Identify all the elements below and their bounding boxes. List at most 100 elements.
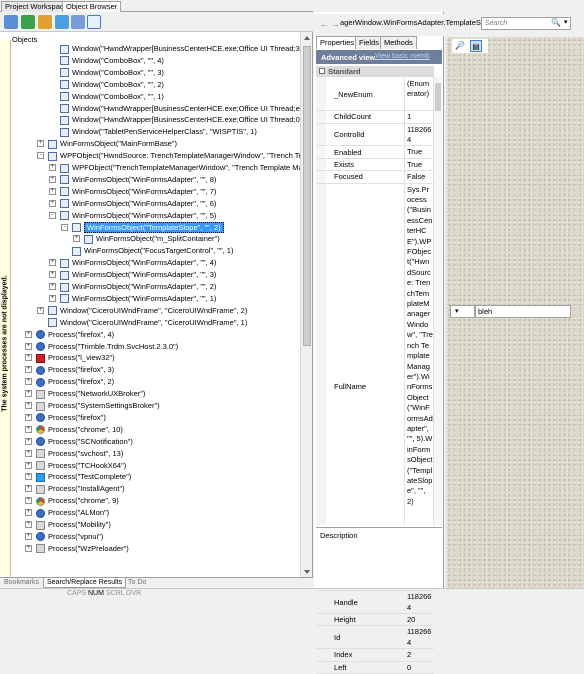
tree-item[interactable]: WinFormsObject("WinFormsAdapter", "", 2): [60, 281, 216, 293]
tree-item[interactable]: WinFormsObject("FocusTargetControl", "",…: [72, 245, 233, 257]
collapse-icon[interactable]: [319, 68, 325, 74]
tree-item[interactable]: WinFormsObject("m_SplitContainer"): [84, 233, 220, 245]
tree-item[interactable]: Process("TCHookX64"): [36, 460, 126, 472]
tree-item[interactable]: Window("ComboBox", "", 2): [60, 79, 164, 91]
property-row[interactable]: ControlId 1182664: [316, 124, 434, 147]
forward-arrow-icon[interactable]: →: [331, 19, 340, 29]
tree-item[interactable]: Process("vpnui"): [36, 531, 103, 543]
tree-expander-icon[interactable]: +: [25, 366, 32, 374]
tree-item[interactable]: Process("svchost", 13): [36, 448, 123, 460]
tree-item[interactable]: Process("firefox", 2): [36, 376, 114, 388]
tree-expander-icon[interactable]: +: [25, 521, 32, 528]
tree-item[interactable]: WinFormsObject("WinFormsAdapter", "", 7): [60, 186, 216, 198]
tree-expander-icon[interactable]: +: [73, 235, 80, 243]
tree-item[interactable]: Window("ComboBox", "", 3): [60, 67, 164, 79]
tree-expander-icon[interactable]: +: [25, 544, 32, 552]
tree-scroll-thumb[interactable]: [303, 46, 311, 346]
scroll-up-icon[interactable]: [304, 36, 310, 40]
tree-scrollbar[interactable]: [300, 32, 312, 578]
updown-arrow-icon[interactable]: ▾: [455, 308, 459, 315]
tree-expander-icon[interactable]: +: [25, 330, 32, 338]
tree-expander-icon[interactable]: +: [25, 390, 32, 398]
tree-item[interactable]: WinFormsObject("WinFormsAdapter", "", 3): [60, 269, 216, 281]
tab-bookmarks[interactable]: Bookmarks: [1, 578, 42, 588]
tree-expander-icon[interactable]: +: [25, 413, 32, 421]
tab-properties[interactable]: Properties: [316, 36, 359, 49]
property-row[interactable]: Id 1182664: [316, 626, 434, 650]
tree-item[interactable]: Window("ComboBox", "", 4): [60, 55, 164, 67]
tree-item[interactable]: Process("firefox"): [36, 412, 106, 424]
tree-expander-icon[interactable]: +: [37, 140, 44, 148]
highlight-object-icon[interactable]: [4, 15, 18, 29]
tree-item[interactable]: WinFormsObject("TemplateSlope", "", 2): [72, 221, 224, 234]
tree-expander-icon[interactable]: +: [25, 449, 32, 457]
property-row[interactable]: Exists True: [316, 159, 434, 172]
tab-methods[interactable]: Methods: [380, 36, 417, 49]
tree-item[interactable]: Window("CiceroUIWndFrame", "CiceroUIWndF…: [48, 305, 247, 317]
tree-item[interactable]: WinFormsObject("WinFormsAdapter", "", 4): [60, 257, 216, 269]
tree-expander-icon[interactable]: +: [25, 461, 32, 469]
tree-expander-icon[interactable]: +: [49, 294, 56, 302]
tree-expander-icon[interactable]: +: [49, 271, 56, 279]
tree-item[interactable]: WinFormsObject("WinFormsAdapter", "", 6): [60, 198, 216, 210]
tree-expander-icon[interactable]: +: [49, 164, 56, 171]
tree-item[interactable]: Process("TestComplete"): [36, 471, 131, 483]
tree-item[interactable]: WinFormsObject("WinFormsAdapter", "", 5): [60, 210, 216, 222]
tree-expander-icon[interactable]: -: [61, 223, 68, 231]
tree-item[interactable]: Process("firefox", 4): [36, 329, 114, 341]
property-row[interactable]: Focused False: [316, 171, 434, 184]
view-options-icon[interactable]: [87, 15, 101, 29]
tree-expander-icon[interactable]: +: [25, 497, 32, 505]
tree-item[interactable]: WinFormsObject("WinFormsAdapter", "", 1): [60, 293, 216, 305]
tree-expander-icon[interactable]: +: [25, 509, 32, 517]
tree-expander-icon[interactable]: +: [37, 306, 44, 314]
search-icon[interactable]: 🔍: [551, 18, 561, 27]
tree-expander-icon[interactable]: +: [25, 532, 32, 540]
property-row[interactable]: Handle 1182664: [316, 591, 434, 614]
tree-item[interactable]: Window("ComboBox", "", 1): [60, 91, 164, 103]
tree-item[interactable]: Process("chrome", 10): [36, 424, 123, 436]
tree-item[interactable]: Window("CiceroUIWndFrame", "CiceroUIWndF…: [48, 317, 247, 329]
tree-expander-icon[interactable]: +: [25, 485, 32, 493]
tree-expander-icon[interactable]: +: [25, 378, 32, 386]
property-row[interactable]: _NewEnum (Enumerator): [316, 78, 434, 112]
tree-item[interactable]: Process("Mobility"): [36, 519, 111, 531]
page-view-icon[interactable]: ▤: [470, 40, 482, 52]
picker-icon[interactable]: 🔎: [454, 40, 466, 52]
category-standard[interactable]: Standard: [316, 66, 434, 77]
tree-item[interactable]: WPFObject("HwndSource: TrenchTemplateMan…: [48, 150, 300, 162]
property-row[interactable]: Left 0: [316, 662, 434, 674]
tree-item[interactable]: Process("l_view32"): [36, 352, 115, 364]
tree-expander-icon[interactable]: +: [25, 342, 32, 350]
tree-item[interactable]: Process("SCNotification"): [36, 436, 133, 448]
tree-expander-icon[interactable]: +: [49, 283, 56, 290]
grid-scroll-thumb[interactable]: [435, 83, 441, 111]
tree-item[interactable]: Process("NetworkUXBroker"): [36, 388, 145, 400]
view-basic-members-link[interactable]: View basic memb: [375, 53, 430, 60]
preview-textbox[interactable]: bleh: [475, 305, 571, 318]
property-row[interactable]: Enabled True: [316, 146, 434, 159]
grid-scrollbar[interactable]: [433, 77, 442, 525]
tab-to-do[interactable]: To Do: [125, 578, 149, 588]
property-row[interactable]: Height 20: [316, 614, 434, 627]
tree-item[interactable]: Process("firefox", 3): [36, 364, 114, 376]
refresh-icon[interactable]: [55, 15, 69, 29]
tab-search-replace-results[interactable]: Search/Replace Results: [43, 578, 127, 588]
property-row[interactable]: ChildCount 1: [316, 111, 434, 124]
scroll-down-icon[interactable]: [304, 570, 310, 574]
object-tree[interactable]: Window("HwndWrapper[BusinessCenterHCE.ex…: [12, 42, 300, 576]
tree-item[interactable]: Window("TabletPenServiceHelperClass", "W…: [60, 126, 257, 138]
tree-item[interactable]: Process("InstallAgent"): [36, 483, 125, 495]
tree-item[interactable]: Process("ALMon"): [36, 507, 109, 519]
map-object-icon[interactable]: [21, 15, 35, 29]
tree-item[interactable]: Window("HwndWrapper[BusinessCenterHCE.ex…: [60, 43, 300, 55]
tree-expander-icon[interactable]: +: [49, 259, 56, 267]
tree-item[interactable]: WinFormsObject("WinFormsAdapter", "", 8): [60, 174, 216, 186]
tree-expander-icon[interactable]: +: [49, 199, 56, 207]
tree-expander-icon[interactable]: +: [49, 187, 56, 195]
search-dropdown-icon[interactable]: ▾: [564, 18, 568, 26]
tree-item[interactable]: Process("Trimble.Trdm.SvcHost.2.3.0"): [36, 341, 178, 353]
tree-expander-icon[interactable]: +: [25, 473, 32, 481]
tree-expander-icon[interactable]: +: [25, 354, 32, 362]
tree-expander-icon[interactable]: -: [37, 152, 44, 160]
